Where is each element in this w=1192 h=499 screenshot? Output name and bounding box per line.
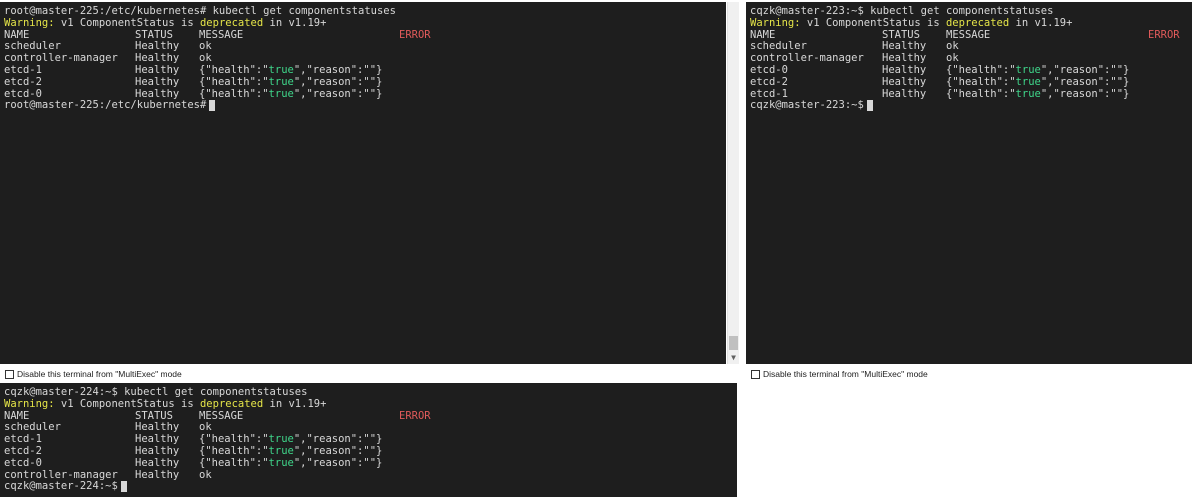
multiexec-label: Disable this terminal from "MultiExec" m… xyxy=(763,369,928,379)
terminal-scrollbar[interactable]: ▼ xyxy=(727,2,739,364)
table-row: etcd-1 Healthy {"health":" true ","reason":"… xyxy=(4,63,383,76)
table-row: etcd-0 Healthy {"health":" true ","reason":"… xyxy=(4,456,383,469)
warning-line: Warning: v1 ComponentStatus is deprecate… xyxy=(4,16,327,29)
table-row: etcd-2 Healthy {"health":" true ","reason":"… xyxy=(750,75,1130,88)
multiexec-toggle-right[interactable]: Disable this terminal from "MultiExec" m… xyxy=(751,369,928,379)
terminal-master-223[interactable]: cqzk@master-223:~$ kubectl get component… xyxy=(746,2,1192,364)
table-header: NAME STATUS MESSAGE ERROR xyxy=(750,28,1180,41)
table-row: etcd-0 Healthy {"health":" true ","reason":"… xyxy=(750,63,1130,76)
scroll-down-arrow-icon[interactable]: ▼ xyxy=(728,352,739,363)
prompt-line: cqzk@master-224:~$ xyxy=(4,481,737,493)
multiexec-label: Disable this terminal from "MultiExec" m… xyxy=(17,369,182,379)
prompt-line: root@master-225:/etc/kubernetes# xyxy=(4,100,726,112)
table-header: NAME STATUS MESSAGE ERROR xyxy=(4,409,431,422)
cursor xyxy=(120,481,127,493)
scrollbar-thumb[interactable] xyxy=(729,336,738,350)
multiexec-toggle-left[interactable]: Disable this terminal from "MultiExec" m… xyxy=(5,369,182,379)
table-row: etcd-2 Healthy {"health":" true ","reason":"… xyxy=(4,444,383,457)
warning-line: Warning: v1 ComponentStatus is deprecate… xyxy=(750,16,1073,29)
terminal-master-224[interactable]: cqzk@master-224:~$ kubectl get component… xyxy=(0,383,737,497)
multiexec-checkbox[interactable] xyxy=(751,369,760,379)
table-header: NAME STATUS MESSAGE ERROR xyxy=(4,28,431,41)
terminal-master-225[interactable]: root@master-225:/etc/kubernetes# kubectl… xyxy=(0,2,726,364)
prompt-line: cqzk@master-223:~$ xyxy=(750,100,1192,112)
table-row: etcd-2 Healthy {"health":" true ","reason":"… xyxy=(4,75,383,88)
cursor xyxy=(209,100,216,112)
warning-line: Warning: v1 ComponentStatus is deprecate… xyxy=(4,397,327,410)
cursor xyxy=(866,100,873,112)
multiexec-checkbox[interactable] xyxy=(5,369,14,379)
